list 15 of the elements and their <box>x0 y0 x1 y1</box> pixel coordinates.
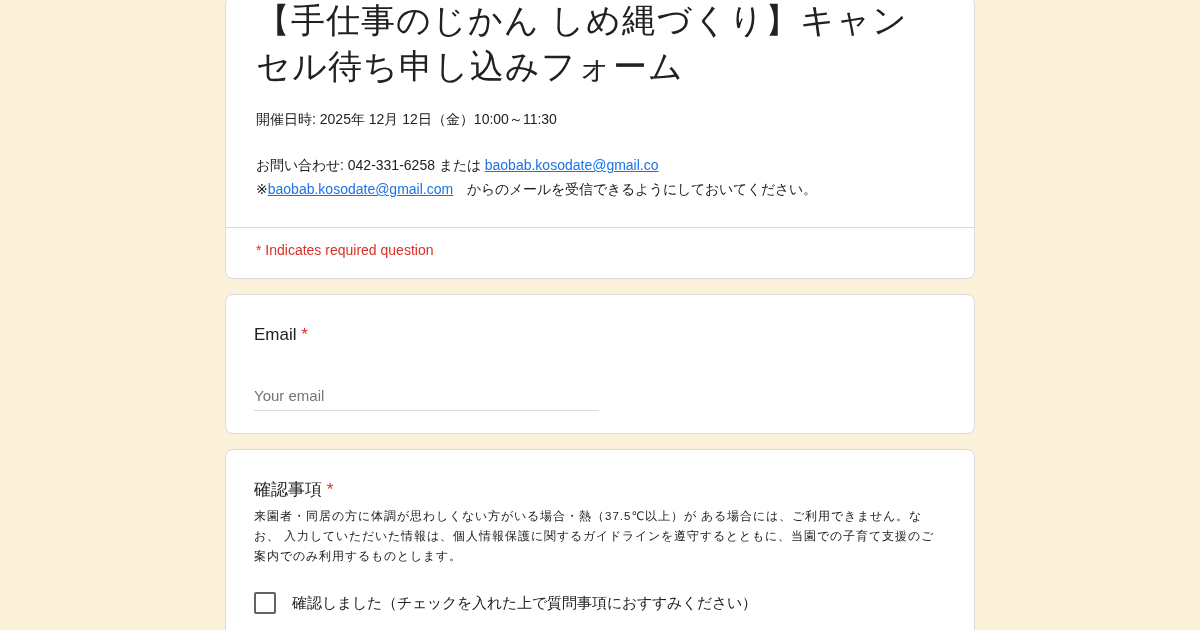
email-link[interactable]: baobab.kosodate@gmail.co <box>484 157 659 173</box>
note-text: からのメールを受信できるようにしておいてください。 <box>466 181 818 197</box>
email-link[interactable]: baobab.kosodate@gmail.com <box>267 181 454 197</box>
event-date: 開催日時: 2025年 12月 12日（金）10:00～11:30 <box>256 110 558 129</box>
checkbox-label[interactable]: 確認しました（チェックを入れた上で質問事項におすすみください） <box>292 593 757 613</box>
question-description: 来園者・同居の方に体調が思わしくない方がいる場合・熱（37.5℃以上）が ある場合には、ご利用できません。なお、 入力していただいた情報は、個人情報保護に関するガイドラインを遵守するとともに、当園での子育て支援のご案内でのみ利用するものとします。 <box>254 509 936 564</box>
form-title: 【手仕事のじかん しめ縄づくり】キャンセル待ち申し込みフォーム <box>256 0 910 87</box>
note-mark: ※ <box>256 181 268 197</box>
required-mark: * <box>301 325 308 344</box>
contact-text: お問い合わせ: 042-331-6258 または <box>256 157 482 173</box>
question-title: 確認事項 * <box>254 479 335 501</box>
required-note: * Indicates required question <box>255 241 435 260</box>
question-title: Email * <box>254 324 309 346</box>
required-mark: * <box>326 480 334 499</box>
checkbox[interactable] <box>254 592 276 614</box>
